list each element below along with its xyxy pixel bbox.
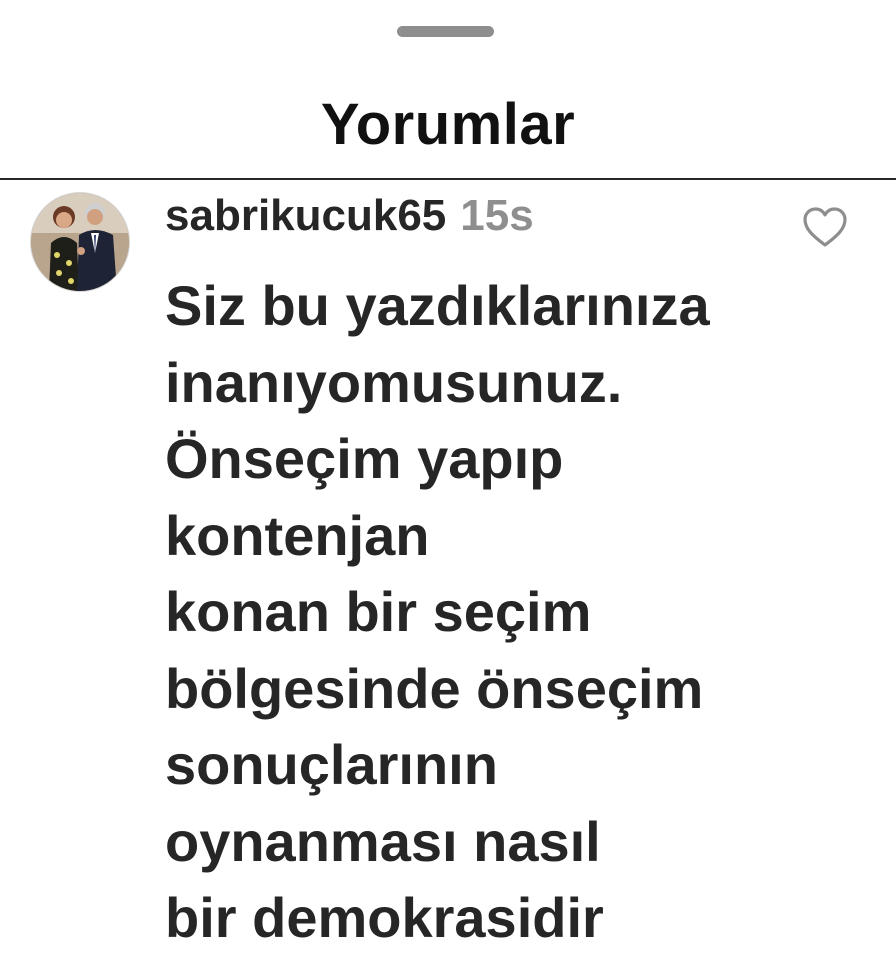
comment: sabrikucuk65 15s Siz bu yazdıklarınıza in… bbox=[165, 188, 825, 957]
sheet-title: Yorumlar bbox=[320, 92, 576, 157]
heart-outline-icon bbox=[803, 207, 847, 247]
avatar-photo-icon bbox=[31, 193, 129, 291]
comment-text-line: kontenjan bbox=[165, 503, 430, 567]
avatar[interactable] bbox=[31, 193, 129, 291]
comment-text-line: Önseçim yapıp bbox=[165, 427, 564, 490]
comment-username[interactable]: sabrikucuk65 bbox=[165, 191, 446, 240]
comment-meta: sabrikucuk65 15s bbox=[165, 188, 825, 244]
sheet-grab-handle[interactable] bbox=[397, 26, 494, 37]
comment-text: Siz bu yazdıklarınıza inanıyomusunuz. Ön… bbox=[165, 268, 825, 957]
comment-text-line: bölgesinde önseçim bbox=[165, 656, 704, 720]
like-button[interactable] bbox=[801, 205, 849, 249]
header-divider bbox=[0, 178, 896, 180]
comment-text-line: oynanması nasıl bbox=[165, 809, 601, 873]
comment-text-line: Siz bu yazdıklarınıza bbox=[165, 274, 710, 337]
comment-text-line: konan bir seçim bbox=[165, 580, 592, 643]
comment-text-line: sonuçlarının bbox=[165, 733, 498, 796]
comment-timestamp: 15s bbox=[460, 191, 534, 240]
comment-text-line: inanıyomusunuz. bbox=[165, 350, 623, 414]
comment-text-line: bir demokrasidir bbox=[165, 886, 604, 949]
